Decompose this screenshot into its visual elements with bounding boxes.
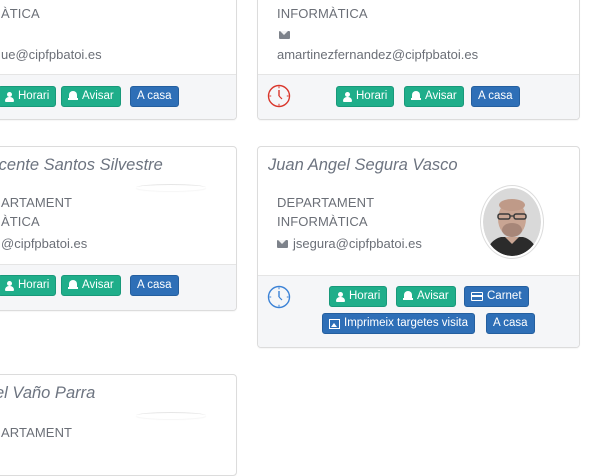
bell-icon (403, 291, 413, 302)
a-casa-button[interactable]: A casa (486, 313, 535, 334)
teacher-name: icente Santos Silvestre (0, 156, 163, 174)
department-name: ÀTICA (1, 6, 40, 21)
divider (136, 412, 206, 419)
email-link[interactable]: @cipfpbatoi.es (1, 236, 87, 251)
avatar (480, 185, 544, 259)
bell-icon (68, 280, 78, 291)
horari-button[interactable]: Horari (0, 275, 57, 296)
user-icon (336, 291, 345, 302)
email-link[interactable]: amartinezfernandez@cipfpbatoi.es (277, 47, 478, 62)
user-icon (5, 91, 14, 102)
horari-button[interactable]: Horari (329, 286, 388, 307)
department-label: ARTAMENT (1, 195, 73, 210)
department-label: ARTAMENT (1, 425, 73, 440)
teacher-name: el Vaño Parra (0, 384, 96, 402)
teacher-card: Juan Angel Segura Vasco DEPARTAMENT INFO… (257, 146, 580, 348)
id-card-icon (471, 292, 483, 301)
clock-icon[interactable] (267, 84, 291, 108)
horari-button[interactable]: Horari (336, 86, 395, 107)
email-link[interactable]: jsegura@cipfpbatoi.es (277, 236, 422, 251)
bell-icon (68, 91, 78, 102)
card-footer: Horari Avisar A casa (0, 264, 236, 310)
card-footer: Horari Avisar A casa (258, 74, 579, 119)
avatar-photo (483, 188, 541, 256)
email-link[interactable]: ue@cipfpbatoi.es (1, 47, 102, 62)
department-name: ÀTICA (1, 214, 40, 229)
user-icon (5, 280, 14, 291)
envelope-icon (277, 239, 288, 248)
user-icon (343, 91, 352, 102)
a-casa-button[interactable]: A casa (471, 86, 520, 107)
avisar-button[interactable]: Avisar (404, 86, 464, 107)
avisar-button[interactable]: Avisar (61, 275, 121, 296)
picture-icon (329, 318, 340, 329)
department-name: INFORMÀTICA (277, 6, 368, 21)
divider (136, 184, 206, 191)
clock-icon[interactable] (267, 285, 291, 309)
department-label: DEPARTAMENT (277, 195, 375, 210)
card-footer: Horari Avisar Carnet Imprimeix targetes … (258, 275, 579, 347)
bell-icon (411, 91, 421, 102)
teacher-card: el Vaño Parra ARTAMENT (0, 374, 237, 476)
a-casa-button[interactable]: A casa (130, 86, 179, 107)
avisar-button[interactable]: Avisar (61, 86, 121, 107)
teacher-name: Juan Angel Segura Vasco (268, 156, 458, 174)
card-footer: Horari Avisar A casa (0, 74, 236, 119)
department-name: INFORMÀTICA (277, 214, 368, 229)
teacher-card: ÀTICA ue@cipfpbatoi.es Horari Avisar A c… (0, 0, 237, 120)
horari-button[interactable]: Horari (0, 86, 57, 107)
envelope-icon (279, 31, 290, 39)
carnet-button[interactable]: Carnet (464, 286, 529, 307)
teacher-card: icente Santos Silvestre ARTAMENT ÀTICA @… (0, 146, 237, 311)
avisar-button[interactable]: Avisar (396, 286, 456, 307)
teacher-card: INFORMÀTICA amartinezfernandez@cipfpbato… (257, 0, 580, 120)
a-casa-button[interactable]: A casa (130, 275, 179, 296)
imprimeix-targetes-button[interactable]: Imprimeix targetes visita (322, 313, 475, 334)
